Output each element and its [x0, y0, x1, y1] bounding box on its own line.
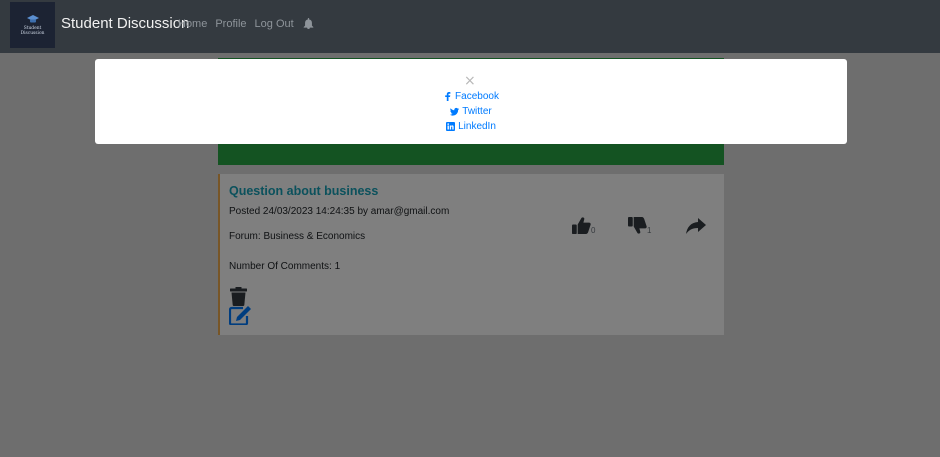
share-modal: × Facebook Twitter LinkedIn [95, 59, 847, 144]
facebook-icon [445, 92, 451, 101]
navbar: Student Discussion Student Discussion Ho… [0, 0, 940, 53]
share-linkedin-label: LinkedIn [458, 121, 496, 132]
bell-icon[interactable] [303, 18, 314, 29]
brand-name[interactable]: Student Discussion [61, 15, 189, 32]
logo-text-line-2: Discussion [20, 30, 45, 36]
twitter-icon [450, 107, 460, 116]
nav-profile-link[interactable]: Profile [215, 18, 246, 30]
share-facebook-label: Facebook [455, 91, 499, 102]
nav-logout-link[interactable]: Log Out [255, 18, 294, 30]
brand-logo[interactable]: Student Discussion [10, 2, 55, 48]
linkedin-icon [446, 122, 456, 131]
close-button[interactable]: × [464, 74, 476, 88]
share-options: Facebook Twitter LinkedIn [95, 89, 847, 134]
share-facebook-link[interactable]: Facebook [443, 89, 499, 104]
nav-home-link[interactable]: Home [178, 18, 207, 30]
share-linkedin-link[interactable]: LinkedIn [446, 119, 496, 134]
graduation-cap-icon [26, 14, 39, 22]
share-twitter-link[interactable]: Twitter [450, 104, 492, 119]
nav-links: Home Profile Log Out [178, 18, 314, 30]
share-twitter-label: Twitter [462, 106, 492, 117]
